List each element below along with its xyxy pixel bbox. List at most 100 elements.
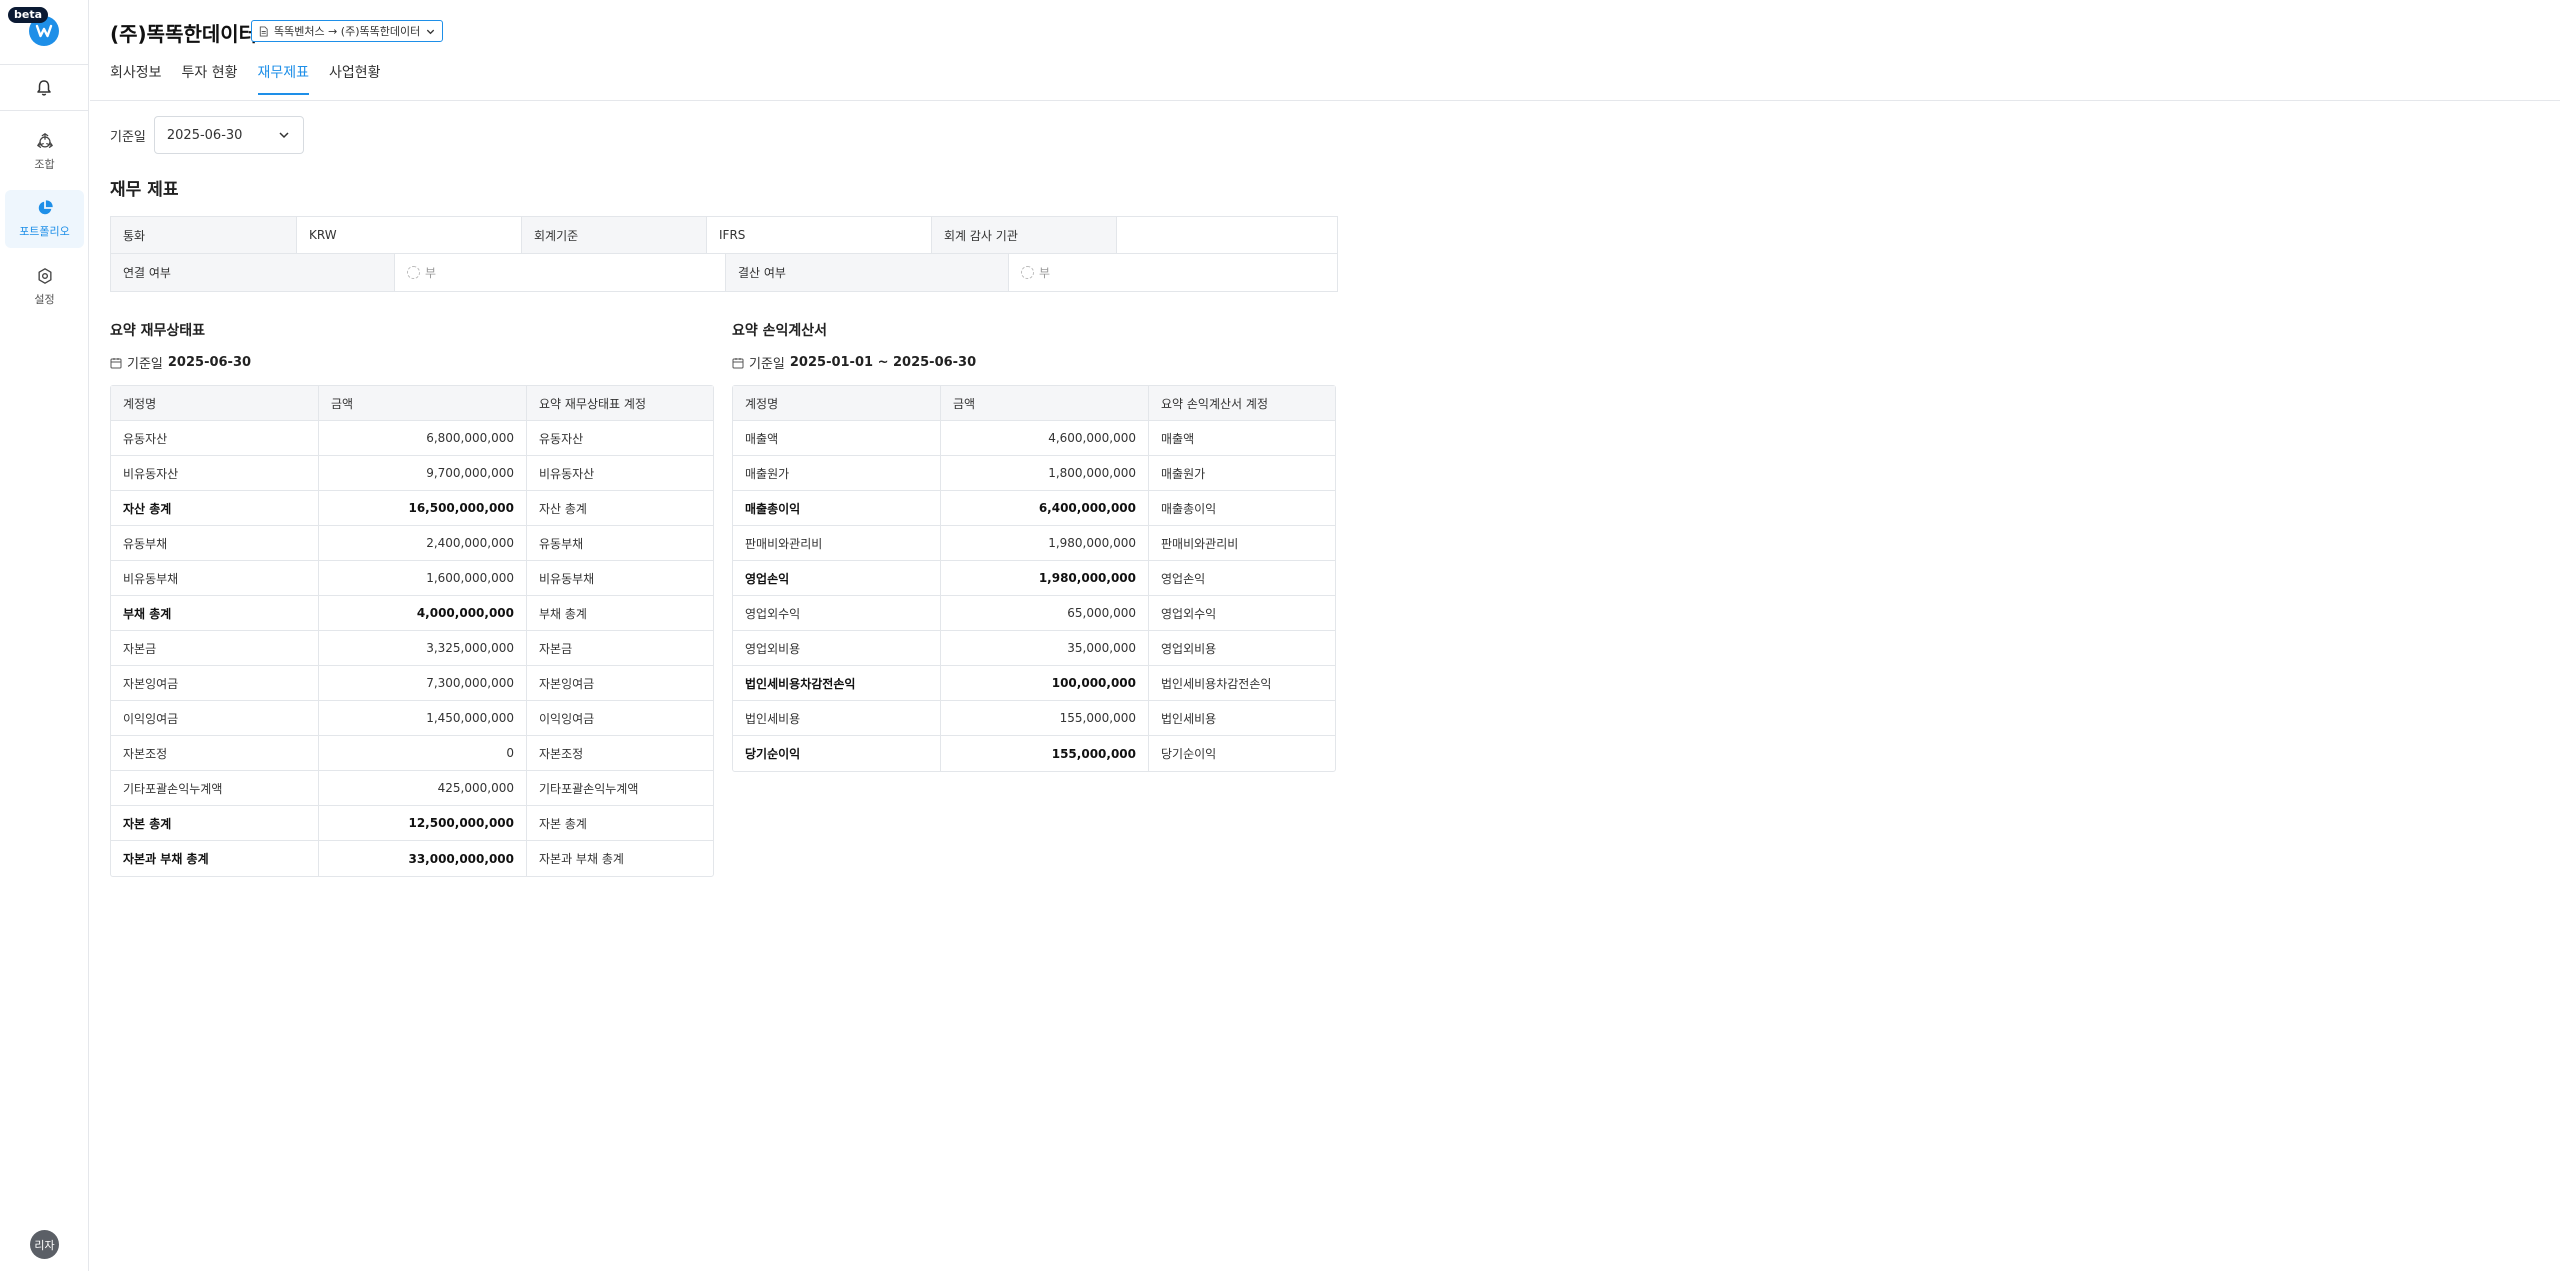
income-statement-title: 요약 손익계산서 xyxy=(732,323,828,339)
gear-icon xyxy=(37,268,52,284)
avatar[interactable]: 리자 xyxy=(30,1230,59,1259)
amount-cell: 12,500,000,000 xyxy=(319,806,527,840)
accounting-standard-value: IFRS xyxy=(707,217,932,253)
income-statement-date: 기준일 2025-01-01 ~ 2025-06-30 xyxy=(732,353,976,372)
document-icon xyxy=(259,25,268,37)
amount-cell: 3,325,000,000 xyxy=(319,631,527,665)
account-name-cell: 비유동자산 xyxy=(111,456,319,490)
sidebar-divider xyxy=(0,110,89,111)
amount-cell: 16,500,000,000 xyxy=(319,491,527,525)
amount-cell: 425,000,000 xyxy=(319,771,527,805)
account-name-cell: 자본 총계 xyxy=(111,806,319,840)
account-name-cell: 매출총이익 xyxy=(733,491,941,525)
account-name-cell: 부채 총계 xyxy=(111,596,319,630)
tab-bar: 회사정보 투자 현황 재무제표 사업현황 xyxy=(110,62,401,95)
table-row: 당기순이익 155,000,000 당기순이익 xyxy=(733,736,1335,771)
consolidated-value-text: 부 xyxy=(425,266,437,280)
account-name-cell: 영업손익 xyxy=(733,561,941,595)
amount-cell: 9,700,000,000 xyxy=(319,456,527,490)
summary-account-cell: 당기순이익 xyxy=(1161,747,1217,761)
balance-sheet-date: 기준일 2025-06-30 xyxy=(110,353,251,372)
calendar-icon xyxy=(732,357,744,368)
page-title: (주)똑똑한데이터 xyxy=(110,22,258,46)
radio-icon xyxy=(1021,266,1034,279)
account-name-cell: 영업외수익 xyxy=(733,596,941,630)
account-name-cell: 이익잉여금 xyxy=(111,701,319,735)
amount-cell: 155,000,000 xyxy=(941,701,1149,735)
table-row: 자본조정 0 자본조정 xyxy=(111,736,713,771)
base-date-filter: 기준일 2025-06-30 xyxy=(110,116,304,154)
balance-sheet-title: 요약 재무상태표 xyxy=(110,323,206,339)
summary-account-cell: 기타포괄손익누계액 xyxy=(539,781,639,796)
info-row: 연결 여부 부 결산 여부 부 xyxy=(111,254,1337,291)
summary-account-cell: 자본금 xyxy=(539,641,573,656)
base-date-select[interactable]: 2025-06-30 xyxy=(153,116,304,154)
income-statement-table: 계정명 금액 요약 손익계산서 계정 매출액 4,600,000,000 매출액 매출… xyxy=(732,385,1336,772)
sidebar-item-label: 설정 xyxy=(34,293,55,306)
account-name-cell: 판매비와관리비 xyxy=(733,526,941,560)
company-path-dropdown[interactable]: 똑똑벤처스 → (주)똑똑한데이터 xyxy=(251,20,444,42)
auditor-label: 회계 감사 기관 xyxy=(932,217,1117,253)
table-row: 판매비와관리비 1,980,000,000 판매비와관리비 xyxy=(733,526,1335,561)
logo-area[interactable]: beta xyxy=(0,0,89,64)
summary-account-cell: 이익잉여금 xyxy=(539,711,595,726)
summary-account-cell: 유동자산 xyxy=(539,431,584,446)
amount-cell: 7,300,000,000 xyxy=(319,666,527,700)
financial-info-table: 통화 KRW 회계기준 IFRS 회계 감사 기관 연결 여부 부 결산 여부 … xyxy=(110,216,1338,292)
table-row: 영업외비용 35,000,000 영업외비용 xyxy=(733,631,1335,666)
table-row: 매출액 4,600,000,000 매출액 xyxy=(733,421,1335,456)
sidebar-item-label: 조합 xyxy=(34,158,55,171)
amount-cell: 33,000,000,000 xyxy=(319,841,527,876)
sidebar-item-portfolio[interactable]: 포트폴리오 xyxy=(5,190,84,248)
amount-cell: 1,450,000,000 xyxy=(319,701,527,735)
summary-account-cell: 판매비와관리비 xyxy=(1161,536,1239,551)
account-name-cell: 유동자산 xyxy=(111,421,319,455)
bell-icon[interactable] xyxy=(34,78,54,98)
account-name-cell: 유동부채 xyxy=(111,526,319,560)
account-name-cell: 기타포괄손익누계액 xyxy=(111,771,319,805)
income-statement-date-prefix: 기준일 xyxy=(749,357,785,372)
summary-account-cell: 자본잉여금 xyxy=(539,676,595,691)
column-header: 금액 xyxy=(941,386,1149,420)
table-row: 기타포괄손익누계액 425,000,000 기타포괄손익누계액 xyxy=(111,771,713,806)
table-row: 유동부채 2,400,000,000 유동부채 xyxy=(111,526,713,561)
table-row: 매출총이익 6,400,000,000 매출총이익 xyxy=(733,491,1335,526)
amount-cell: 4,000,000,000 xyxy=(319,596,527,630)
settlement-value-text: 부 xyxy=(1039,266,1051,280)
account-name-cell: 자본조정 xyxy=(111,736,319,770)
account-name-cell: 자본잉여금 xyxy=(111,666,319,700)
table-header-row: 계정명 금액 요약 손익계산서 계정 xyxy=(733,386,1335,421)
summary-account-cell: 유동부채 xyxy=(539,536,584,551)
currency-label: 통화 xyxy=(111,217,297,253)
summary-account-cell: 자산 총계 xyxy=(539,501,587,516)
tab-company-info[interactable]: 회사정보 xyxy=(110,62,162,94)
chevron-down-icon xyxy=(427,29,435,34)
tab-investment-status[interactable]: 투자 현황 xyxy=(182,62,238,94)
table-row: 자본과 부채 총계 33,000,000,000 자본과 부채 총계 xyxy=(111,841,713,876)
base-date-value: 2025-06-30 xyxy=(166,127,243,143)
column-header: 계정명 xyxy=(111,386,319,420)
summary-account-cell: 영업손익 xyxy=(1161,571,1206,586)
consolidated-label: 연결 여부 xyxy=(111,254,395,291)
summary-account-cell: 영업외수익 xyxy=(1161,606,1217,621)
page-header: (주)똑똑한데이터 똑똑벤처스 → (주)똑똑한데이터 회사정보 투자 현황 재… xyxy=(90,0,2560,101)
sidebar-item-label: 포트폴리오 xyxy=(19,225,70,238)
table-row: 법인세비용차감전손익 100,000,000 법인세비용차감전손익 xyxy=(733,666,1335,701)
table-row: 자본금 3,325,000,000 자본금 xyxy=(111,631,713,666)
table-row: 자본잉여금 7,300,000,000 자본잉여금 xyxy=(111,666,713,701)
w-logo-icon xyxy=(35,24,53,38)
amount-cell: 1,980,000,000 xyxy=(941,526,1149,560)
table-row: 이익잉여금 1,450,000,000 이익잉여금 xyxy=(111,701,713,736)
recycle-icon xyxy=(36,133,53,148)
account-name-cell: 매출액 xyxy=(733,421,941,455)
summary-account-cell: 법인세비용차감전손익 xyxy=(1161,676,1272,691)
company-path-text: 똑똑벤처스 → (주)똑똑한데이터 xyxy=(274,25,421,38)
tab-financial-statements[interactable]: 재무제표 xyxy=(257,62,309,95)
info-row: 통화 KRW 회계기준 IFRS 회계 감사 기관 xyxy=(111,217,1337,254)
tab-business-status[interactable]: 사업현황 xyxy=(329,62,381,94)
sidebar-item-settings[interactable]: 설정 xyxy=(5,258,84,316)
sidebar-item-fund[interactable]: 조합 xyxy=(5,123,84,181)
summary-account-cell: 법인세비용 xyxy=(1161,711,1217,726)
table-row: 비유동부채 1,600,000,000 비유동부채 xyxy=(111,561,713,596)
amount-cell: 35,000,000 xyxy=(941,631,1149,665)
